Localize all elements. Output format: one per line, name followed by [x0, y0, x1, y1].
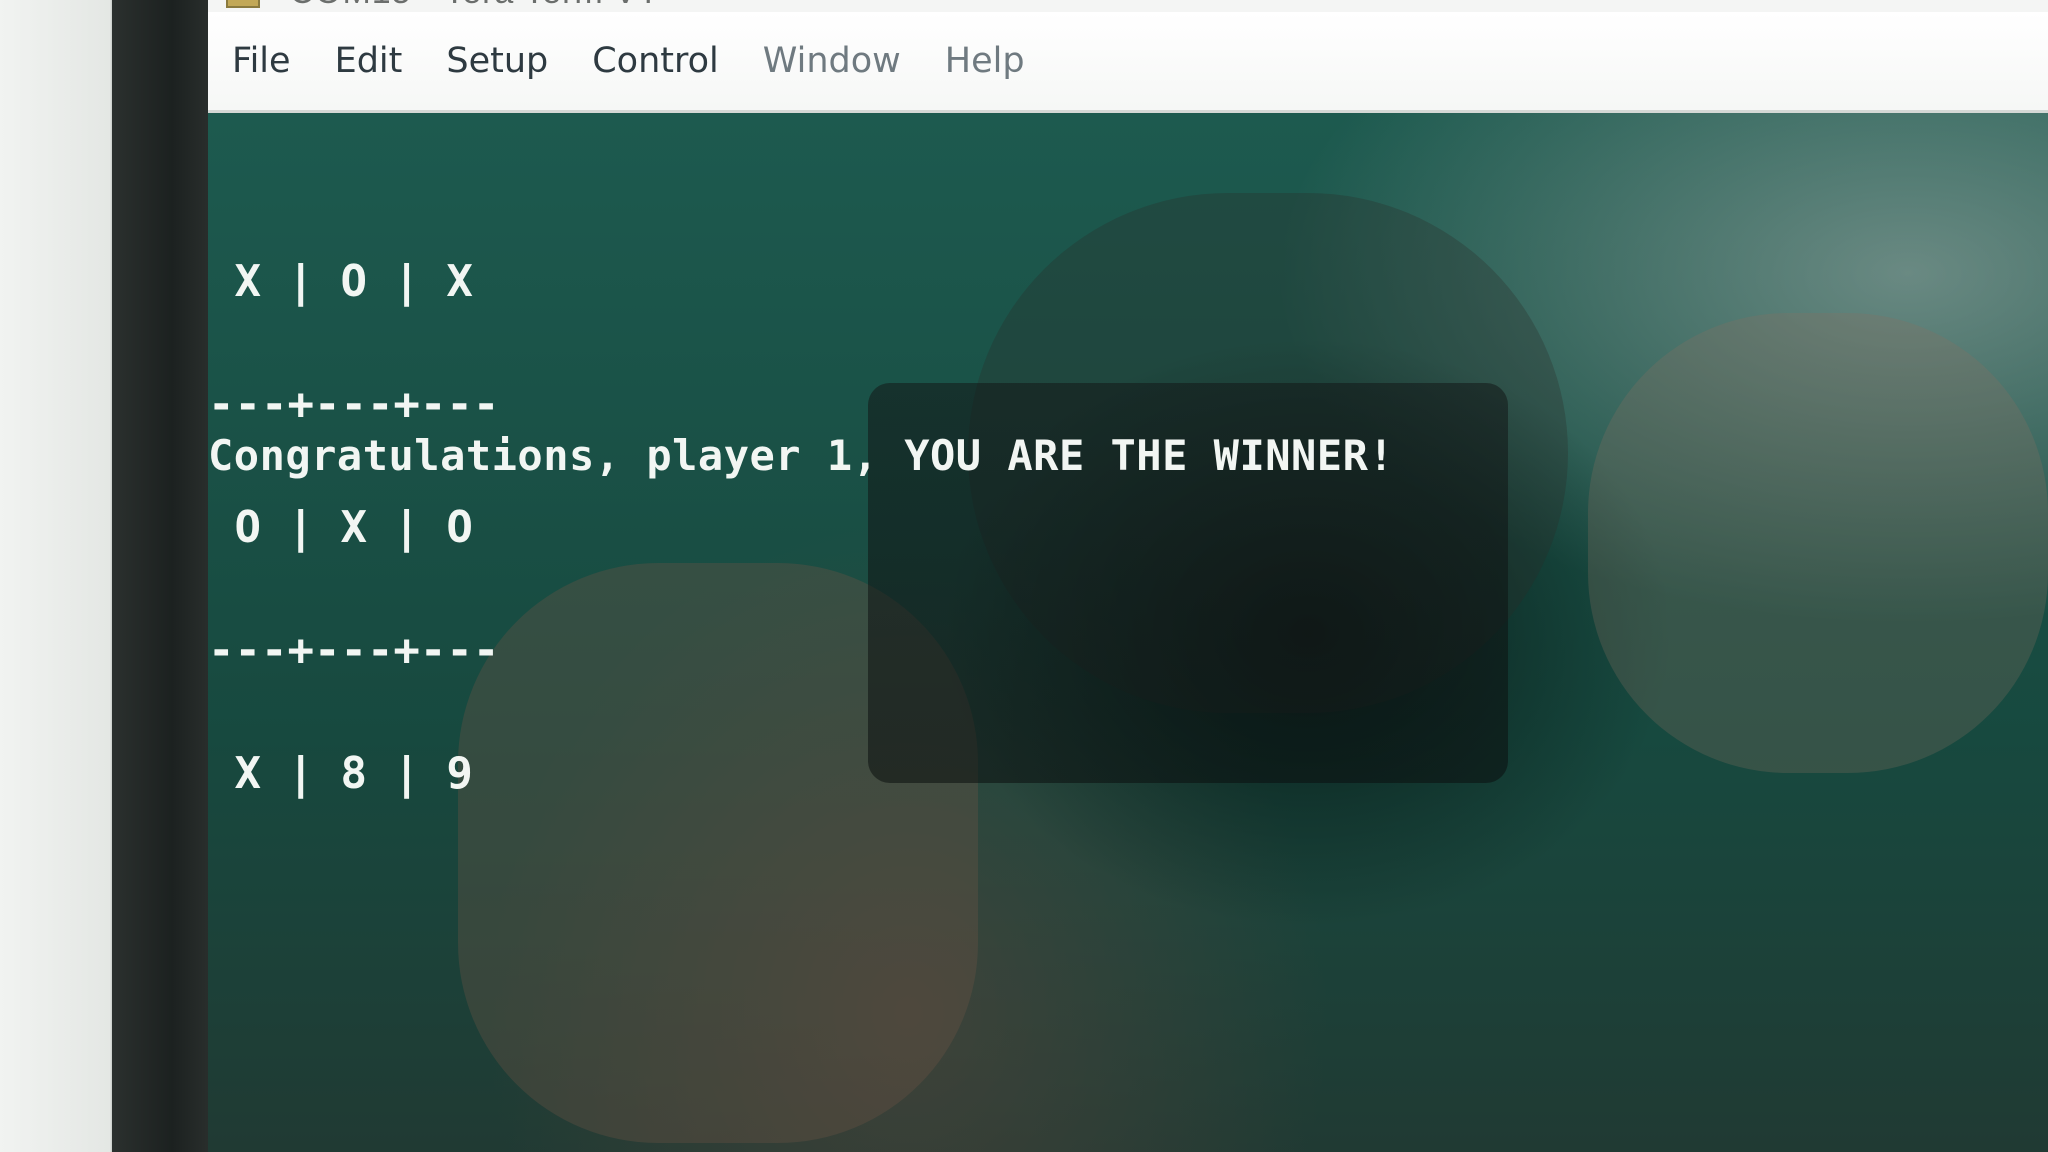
tera-term-icon — [226, 0, 260, 8]
board-row: X | 8 | 9 — [208, 748, 473, 799]
menu-window[interactable]: Window — [763, 41, 901, 81]
menu-setup[interactable]: Setup — [446, 41, 548, 81]
board-row: O | X | O — [208, 502, 473, 553]
screen-reflection — [458, 563, 978, 1143]
window-title: COM15 - Tera Term VT — [289, 0, 659, 12]
menu-control[interactable]: Control — [592, 41, 719, 81]
monitor-bezel — [112, 0, 212, 1152]
title-bar[interactable]: COM15 - Tera Term VT — [208, 0, 2048, 12]
menu-help[interactable]: Help — [945, 41, 1025, 81]
menu-file[interactable]: File — [232, 41, 291, 81]
screen-reflection — [1588, 313, 2048, 773]
board-separator: ---+---+--- — [208, 379, 500, 430]
menu-bar: File Edit Setup Control Window Help — [208, 12, 2048, 113]
photo-of-monitor: COM15 - Tera Term VT File Edit Setup Con… — [0, 0, 2048, 1152]
board-row: X | O | X — [208, 256, 473, 307]
menu-edit[interactable]: Edit — [335, 41, 403, 81]
board-separator: ---+---+--- — [208, 625, 500, 676]
terminal-screen[interactable]: X | O | X ---+---+--- O | X | O ---+---+… — [208, 113, 2048, 1152]
winner-message: Congratulations, player 1, YOU ARE THE W… — [208, 431, 1395, 480]
terminal-window: COM15 - Tera Term VT File Edit Setup Con… — [208, 0, 2048, 1152]
tic-tac-toe-board: X | O | X ---+---+--- O | X | O ---+---+… — [208, 179, 499, 876]
